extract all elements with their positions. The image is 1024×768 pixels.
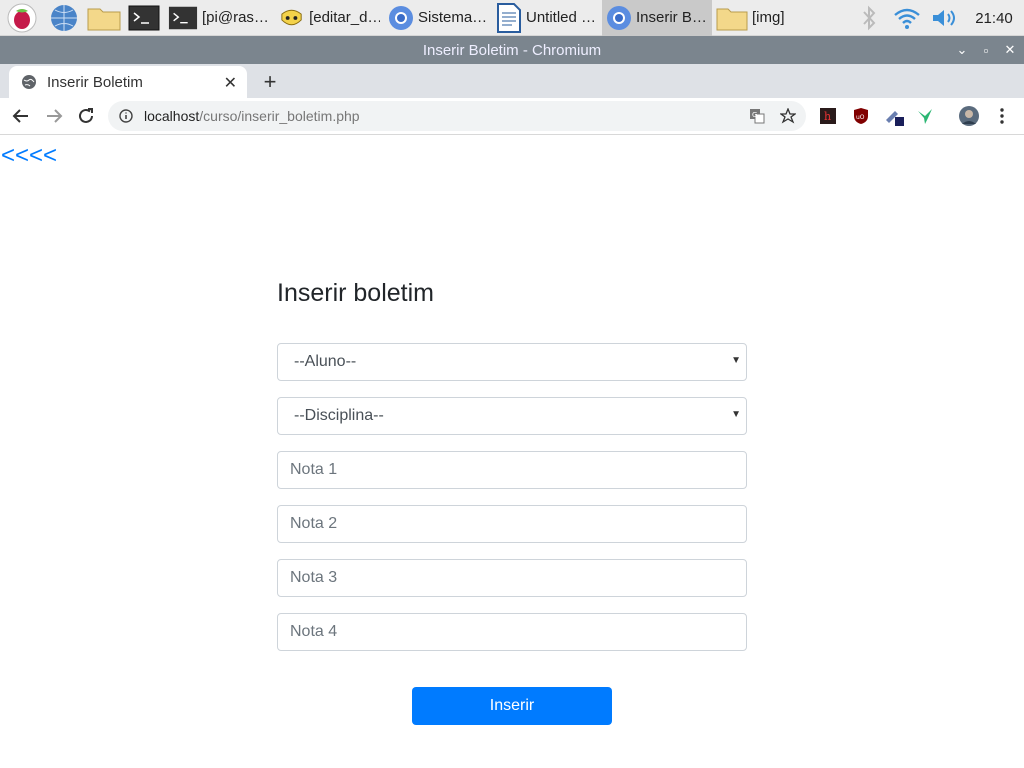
task-label: Untitled …: [526, 9, 597, 26]
terminal-launcher-icon[interactable]: [124, 0, 164, 36]
task-label: Inserir B…: [636, 9, 707, 26]
tab-inserir-boletim[interactable]: Inserir Boletim ✕: [9, 66, 247, 98]
caret-down-icon: ▼: [731, 409, 741, 420]
clock: 21:40: [975, 9, 1013, 27]
new-tab-button[interactable]: +: [260, 66, 280, 98]
tab-close-icon[interactable]: ✕: [224, 73, 237, 93]
nota4-input[interactable]: Nota 4: [277, 613, 747, 651]
folder-icon: [716, 8, 748, 30]
window-titlebar: Inserir Boletim - Chromium ⌄ ▫ ✕: [0, 36, 1024, 64]
nota1-placeholder: Nota 1: [290, 461, 338, 478]
minimize-icon[interactable]: ⌄: [954, 42, 970, 58]
task-geany[interactable]: [editar_d…: [274, 0, 384, 36]
tab-strip: Inserir Boletim ✕ +: [0, 64, 1024, 98]
eyedropper-extension-icon[interactable]: [882, 104, 906, 128]
task-chromium-inserir[interactable]: Inserir B…: [602, 0, 712, 36]
nota4-placeholder: Nota 4: [290, 623, 338, 640]
profile-avatar[interactable]: [957, 104, 981, 128]
task-chromium-sistema[interactable]: Sistema…: [384, 0, 492, 36]
raspberry-menu-icon[interactable]: [0, 0, 44, 36]
task-label: Sistema…: [418, 9, 488, 26]
nota3-placeholder: Nota 3: [290, 569, 338, 586]
nota3-input[interactable]: Nota 3: [277, 559, 747, 597]
wifi-icon[interactable]: [888, 0, 926, 36]
maximize-icon[interactable]: ▫: [978, 42, 994, 58]
terminal-icon: [168, 6, 198, 29]
svg-text:uO: uO: [856, 114, 865, 121]
disciplina-select-value: --Disciplina--: [294, 407, 384, 424]
close-window-icon[interactable]: ✕: [1002, 42, 1018, 58]
extension-h-icon[interactable]: h: [816, 104, 840, 128]
window-controls: ⌄ ▫ ✕: [954, 36, 1018, 64]
nota2-placeholder: Nota 2: [290, 515, 338, 532]
task-label: [img]: [752, 9, 785, 26]
nota2-input[interactable]: Nota 2: [277, 505, 747, 543]
back-link[interactable]: <<<<: [1, 142, 57, 170]
task-label: [pi@ras…: [202, 9, 269, 26]
tab-title: Inserir Boletim: [47, 73, 143, 91]
volume-icon[interactable]: [926, 0, 964, 36]
browser-toolbar: localhost/curso/inserir_boletim.php G h …: [0, 98, 1024, 135]
hummingbird-extension-icon[interactable]: [913, 104, 937, 128]
address-bar[interactable]: localhost/curso/inserir_boletim.php G: [108, 101, 806, 131]
writer-document-icon: [497, 2, 521, 33]
reload-icon[interactable]: [74, 104, 98, 128]
ublock-icon[interactable]: uO: [849, 104, 873, 128]
forward-arrow-icon[interactable]: [42, 104, 66, 128]
caret-down-icon: ▼: [731, 355, 741, 366]
form-title: Inserir boletim: [277, 279, 434, 307]
system-tray: 21:40: [850, 0, 1024, 36]
disciplina-select[interactable]: --Disciplina-- ▼: [277, 397, 747, 435]
chromium-icon: [607, 5, 631, 30]
file-manager-icon[interactable]: [84, 0, 124, 36]
url-path: /curso/inserir_boletim.php: [199, 108, 360, 124]
chromium-icon: [389, 5, 413, 30]
task-folder-img[interactable]: [img]: [712, 0, 822, 36]
window-title: Inserir Boletim - Chromium: [422, 41, 602, 59]
bluetooth-icon[interactable]: [850, 0, 888, 36]
task-writer[interactable]: Untitled …: [492, 0, 602, 36]
task-label: [editar_d…: [309, 9, 380, 26]
menu-kebab-icon[interactable]: [990, 104, 1014, 128]
aluno-select[interactable]: --Aluno-- ▼: [277, 343, 747, 381]
globe-icon: [22, 75, 36, 89]
url-host: localhost: [144, 108, 200, 124]
task-terminal[interactable]: [pi@ras…: [164, 0, 274, 36]
nota1-input[interactable]: Nota 1: [277, 451, 747, 489]
svg-text:G: G: [752, 111, 757, 119]
info-icon[interactable]: [119, 109, 133, 123]
aluno-select-value: --Aluno--: [294, 353, 357, 370]
bookmark-star-icon[interactable]: [780, 108, 796, 124]
svg-text:h: h: [824, 110, 831, 123]
geany-icon: [281, 9, 302, 25]
translate-icon[interactable]: G: [749, 108, 765, 124]
taskbar: [pi@ras… [editar_d… Sistema… Untitled … …: [0, 0, 1024, 36]
web-browser-icon[interactable]: [44, 0, 84, 36]
back-arrow-icon[interactable]: [9, 104, 33, 128]
inserir-button[interactable]: Inserir: [412, 687, 612, 725]
